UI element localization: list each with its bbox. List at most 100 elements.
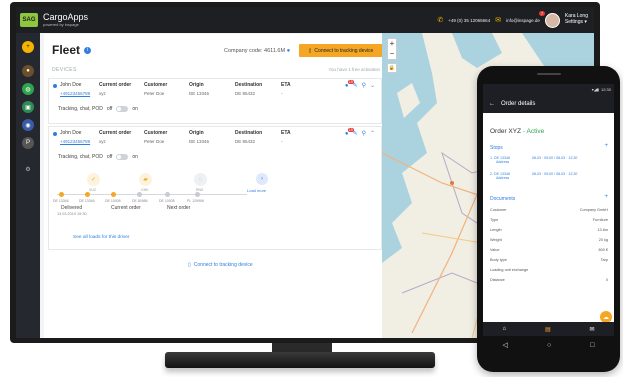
orders-icon[interactable]: ▤ — [545, 326, 551, 333]
chat-badge: 15 — [347, 127, 354, 132]
phone-time: 12:30 — [600, 86, 611, 92]
bottom-connect-label: Connect to tracking device — [193, 262, 253, 268]
lock-icon[interactable]: 🔒 — [387, 63, 397, 73]
nav-add-icon[interactable]: + — [22, 41, 34, 53]
company-code: Company code: 4611.6M ● — [224, 48, 290, 54]
toggle-on-label: on — [132, 106, 138, 112]
documents-section-label[interactable]: Documents — [490, 196, 515, 202]
user-menu[interactable]: Kara Long Settings ▾ — [565, 13, 588, 26]
back-arrow-icon[interactable]: ← — [489, 101, 495, 107]
assign-user-icon[interactable]: ⚲ — [362, 82, 366, 89]
detail-key: Weight — [490, 238, 502, 242]
toggle-off-label: off — [106, 154, 113, 160]
toggle-on-label: on — [132, 154, 138, 160]
timeline-stop-label: DE 13346 — [53, 199, 69, 203]
col-eta: ETA — [281, 82, 291, 88]
add-stop-icon[interactable]: + — [604, 143, 608, 149]
settings-dropdown[interactable]: Settings ▾ — [565, 19, 588, 26]
collapse-chevron-icon[interactable]: ⌃ — [370, 130, 375, 137]
nav-settings-icon[interactable]: ⚙ — [22, 163, 34, 175]
user-avatar-wrap[interactable]: 7 — [538, 10, 560, 28]
driver-name: John Doe — [60, 82, 82, 88]
current-order-caption: Current order — [111, 205, 141, 211]
origin-value: DE 13346 — [189, 91, 210, 96]
device-icon: ▯ — [188, 262, 191, 268]
zoom-in-icon[interactable]: + — [388, 39, 396, 49]
current-order-value[interactable]: xyz — [99, 91, 106, 96]
app-name: CargoApps — [43, 12, 89, 22]
col-current-order: Current order — [99, 82, 132, 88]
detail-value: 800 € — [598, 248, 608, 252]
nav-map-icon[interactable]: ▣ — [22, 101, 34, 113]
support-phone[interactable]: +49 (0) 35 12065664 — [448, 18, 490, 23]
order-status: - Active — [522, 128, 545, 135]
detail-value: 20 kg — [598, 238, 608, 242]
notification-badge[interactable]: 7 — [538, 10, 546, 16]
chat-icon[interactable]: ● 15 — [345, 79, 354, 89]
chat-icon[interactable]: ● 15 — [345, 127, 354, 137]
toggle-off-label: off — [106, 106, 113, 112]
current-order-value[interactable]: xyz — [99, 139, 106, 144]
tracking-toggle[interactable] — [116, 106, 129, 112]
android-recents-icon[interactable]: □ — [590, 342, 594, 349]
android-back-icon[interactable]: ◁ — [503, 341, 508, 349]
customer-value: Peter Doe — [144, 139, 165, 144]
nav-parking-icon[interactable]: P — [22, 137, 34, 149]
detail-value: Company GmbH — [579, 208, 608, 212]
nav-globe-icon[interactable]: ◍ — [22, 83, 34, 95]
add-document-icon[interactable]: + — [604, 194, 608, 200]
timeline-stop-dot — [111, 192, 116, 197]
bottom-connect-link[interactable]: ▯ Connect to tracking device — [188, 262, 253, 268]
detail-key: Loading unit exchange — [490, 268, 529, 272]
monitor-stand-base — [165, 352, 435, 368]
activation-note: You have 1 free activation — [328, 67, 380, 72]
customer-value: Peter Doe — [144, 91, 165, 96]
driver-phone[interactable]: +49123456789 — [60, 91, 90, 96]
support-email[interactable]: info@inspage.de — [506, 18, 540, 23]
brand: CargoApps powered by inspage — [43, 13, 88, 27]
detail-row: Weight 20 kg — [490, 238, 608, 242]
col-origin: Origin — [189, 130, 204, 136]
nav-truck-icon[interactable]: ● — [22, 65, 34, 77]
load-more-link[interactable]: Load more — [247, 188, 266, 193]
col-current-order: Current order — [99, 130, 132, 136]
order-pending-icon[interactable]: ◌ — [194, 173, 207, 186]
stop-item[interactable]: 2. DE 13346 Address — [490, 172, 510, 181]
app-logo[interactable]: SAG — [20, 13, 38, 27]
connect-tracking-button[interactable]: ▯ Connect to tracking device — [299, 44, 383, 57]
home-icon[interactable]: ⌂ — [502, 326, 506, 332]
phone-icon: ✆ — [437, 17, 444, 24]
see-all-loads-link[interactable]: See all loads for this driver — [73, 235, 130, 240]
order-check-icon[interactable]: ✓ — [87, 173, 100, 186]
order-name: Order XYZ — [490, 128, 522, 135]
tracking-row: Tracking, chat, POD off on — [58, 154, 138, 160]
eta-value: - — [281, 91, 283, 96]
zoom-out-icon[interactable]: − — [388, 49, 396, 59]
device-card[interactable]: John Doe +49123456789 Current order xyz … — [48, 78, 382, 124]
detail-row: Distance 0 — [490, 278, 608, 282]
timeline-stop-dot — [195, 192, 200, 197]
tracking-toggle[interactable] — [116, 154, 129, 160]
detail-key: Type — [490, 218, 499, 222]
chat-icon[interactable]: ✉ — [590, 326, 595, 333]
col-destination: Destination — [235, 130, 263, 136]
stop-address: Address — [496, 176, 510, 181]
stop-item[interactable]: 1. DE 13346 Address — [490, 156, 510, 165]
order-truck-icon[interactable]: ▰ — [139, 173, 152, 186]
expand-chevron-icon[interactable]: ⌄ — [370, 82, 375, 89]
driver-phone[interactable]: +49123456789 — [60, 139, 90, 144]
android-home-icon[interactable]: ○ — [547, 342, 551, 349]
nav-users-icon[interactable]: ◉ — [22, 119, 34, 131]
top-right-info: ✆ +49 (0) 35 12065664 ✉ info@inspage.de … — [437, 7, 588, 33]
destination-value: DE 85432 — [235, 91, 256, 96]
smartphone: ▾◢▮ 12:30 ← Order details Order XYZ - Ac… — [477, 66, 620, 372]
detail-row: Type Furniture — [490, 218, 608, 222]
device-card-expanded[interactable]: John Doe +49123456789 Current order xyz … — [48, 126, 382, 250]
avatar[interactable] — [544, 12, 560, 28]
assign-user-icon[interactable]: ⚲ — [362, 130, 366, 137]
next-arrow-icon[interactable]: › — [256, 173, 268, 185]
left-sidebar: + ● ◍ ▣ ◉ P ⚙ — [16, 33, 40, 338]
stops-section-label: Stops — [490, 145, 503, 151]
info-icon[interactable]: i — [84, 46, 92, 54]
timeline-stop-label: DE 10008 — [105, 199, 121, 203]
